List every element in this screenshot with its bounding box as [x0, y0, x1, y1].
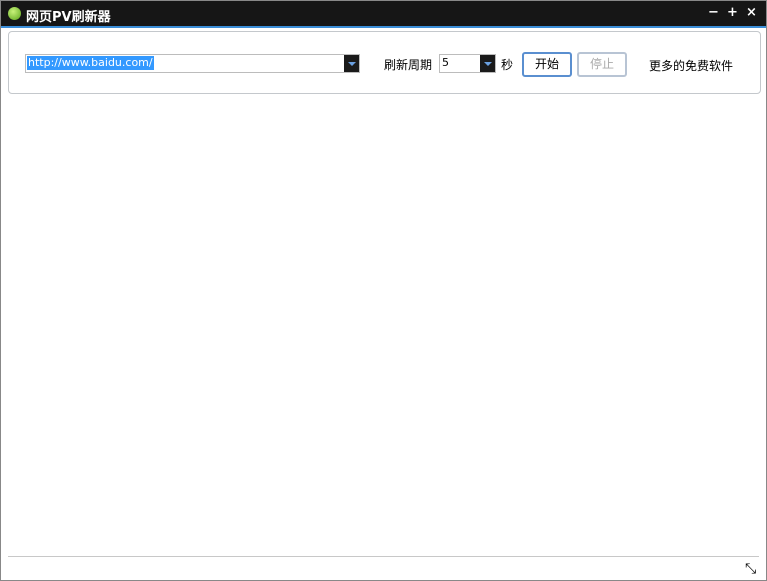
- close-button[interactable]: ×: [746, 5, 757, 20]
- title-bar[interactable]: 网页PV刷新器 − + ×: [1, 1, 766, 28]
- maximize-button[interactable]: +: [727, 5, 738, 20]
- url-combobox[interactable]: http://www.baidu.com/: [25, 54, 360, 73]
- url-input[interactable]: http://www.baidu.com/: [27, 56, 154, 70]
- period-select[interactable]: 5: [439, 54, 496, 73]
- window-title: 网页PV刷新器: [26, 10, 111, 25]
- period-label: 刷新周期: [384, 58, 433, 72]
- seconds-label: 秒: [501, 58, 514, 72]
- start-button[interactable]: 开始: [522, 52, 572, 77]
- chevron-down-icon[interactable]: [344, 55, 359, 72]
- stop-button[interactable]: 停止: [577, 52, 627, 77]
- resize-grip-icon[interactable]: ⤡: [745, 561, 756, 577]
- status-divider: [8, 556, 759, 557]
- app-logo-icon: [8, 7, 21, 20]
- more-software-link[interactable]: 更多的免费软件: [649, 57, 733, 74]
- chevron-down-icon[interactable]: [480, 55, 495, 72]
- minimize-button[interactable]: −: [708, 5, 719, 20]
- app-window: 网页PV刷新器 − + × http://www.baidu.com/ 刷新周期…: [0, 0, 767, 581]
- period-value: 5: [442, 56, 449, 69]
